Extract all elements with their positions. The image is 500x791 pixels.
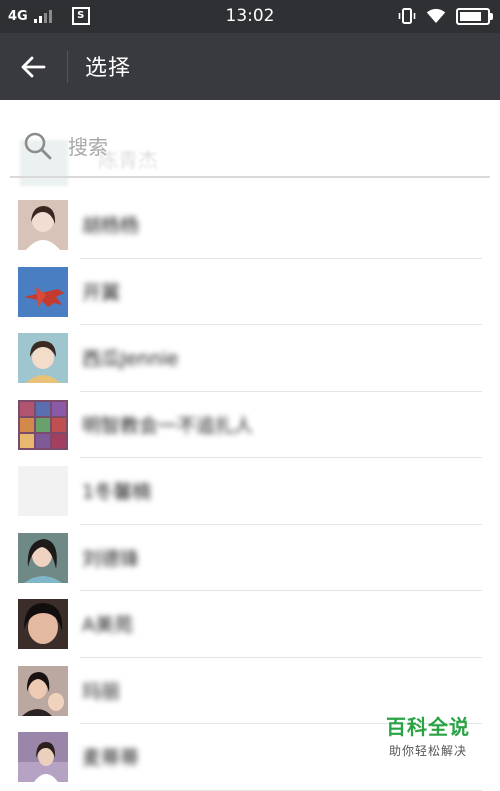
search-input[interactable] <box>66 124 470 170</box>
watermark-logo: 百科全说 助你轻松解决 <box>386 711 470 759</box>
back-button[interactable] <box>14 50 52 84</box>
contact-name: 玛丽 <box>82 680 121 703</box>
search-bar <box>10 120 490 178</box>
contact-avatar <box>18 732 68 782</box>
status-bar: 4G S 13:02 <box>0 0 500 33</box>
watermark-subtitle: 助你轻松解决 <box>388 744 467 758</box>
contact-row[interactable]: 开翼 <box>0 259 500 326</box>
title-divider <box>67 51 68 83</box>
page-title: 选择 <box>85 56 132 81</box>
contact-name: 麦蒂蒂 <box>82 747 140 769</box>
search-underline <box>10 176 490 178</box>
contact-row[interactable]: 胡杨杨 <box>0 192 500 259</box>
contact-avatar <box>18 466 68 516</box>
contact-avatar <box>18 599 68 649</box>
contact-list: 胡杨杨 开翼 西瓜Jennie 明智教会一不追扎人 1冬馨楠 刘德锋 A美苑 玛… <box>0 192 500 791</box>
contact-avatar <box>18 665 68 716</box>
contact-name: 西瓜Jennie <box>82 348 179 370</box>
contact-name: 1冬馨楠 <box>82 481 152 503</box>
contact-avatar <box>18 399 68 450</box>
contact-name: 开翼 <box>82 281 121 304</box>
battery-icon <box>456 7 493 25</box>
watermark-title: 百科全说 <box>386 715 470 739</box>
contact-row[interactable]: 刘德锋 <box>0 525 500 592</box>
contact-name: 刘德锋 <box>82 547 140 570</box>
contact-avatar <box>18 532 68 583</box>
contact-name: A美苑 <box>82 614 133 636</box>
contact-name: 胡杨杨 <box>82 215 140 237</box>
contact-name: 明智教会一不追扎人 <box>82 414 254 437</box>
wifi-icon <box>426 8 446 23</box>
status-right <box>398 7 493 25</box>
contact-avatar <box>18 333 68 383</box>
vibrate-icon <box>398 8 416 24</box>
contact-avatar <box>18 200 68 250</box>
contact-row[interactable]: 明智教会一不追扎人 <box>0 392 500 459</box>
back-arrow-icon <box>21 56 46 78</box>
search-icon <box>24 132 52 160</box>
contact-row[interactable]: 1冬馨楠 <box>0 458 500 525</box>
contact-avatar <box>18 266 68 317</box>
contact-row[interactable]: A美苑 <box>0 591 500 658</box>
contact-row[interactable]: 西瓜Jennie <box>0 325 500 392</box>
title-bar: 选择 <box>0 33 500 100</box>
